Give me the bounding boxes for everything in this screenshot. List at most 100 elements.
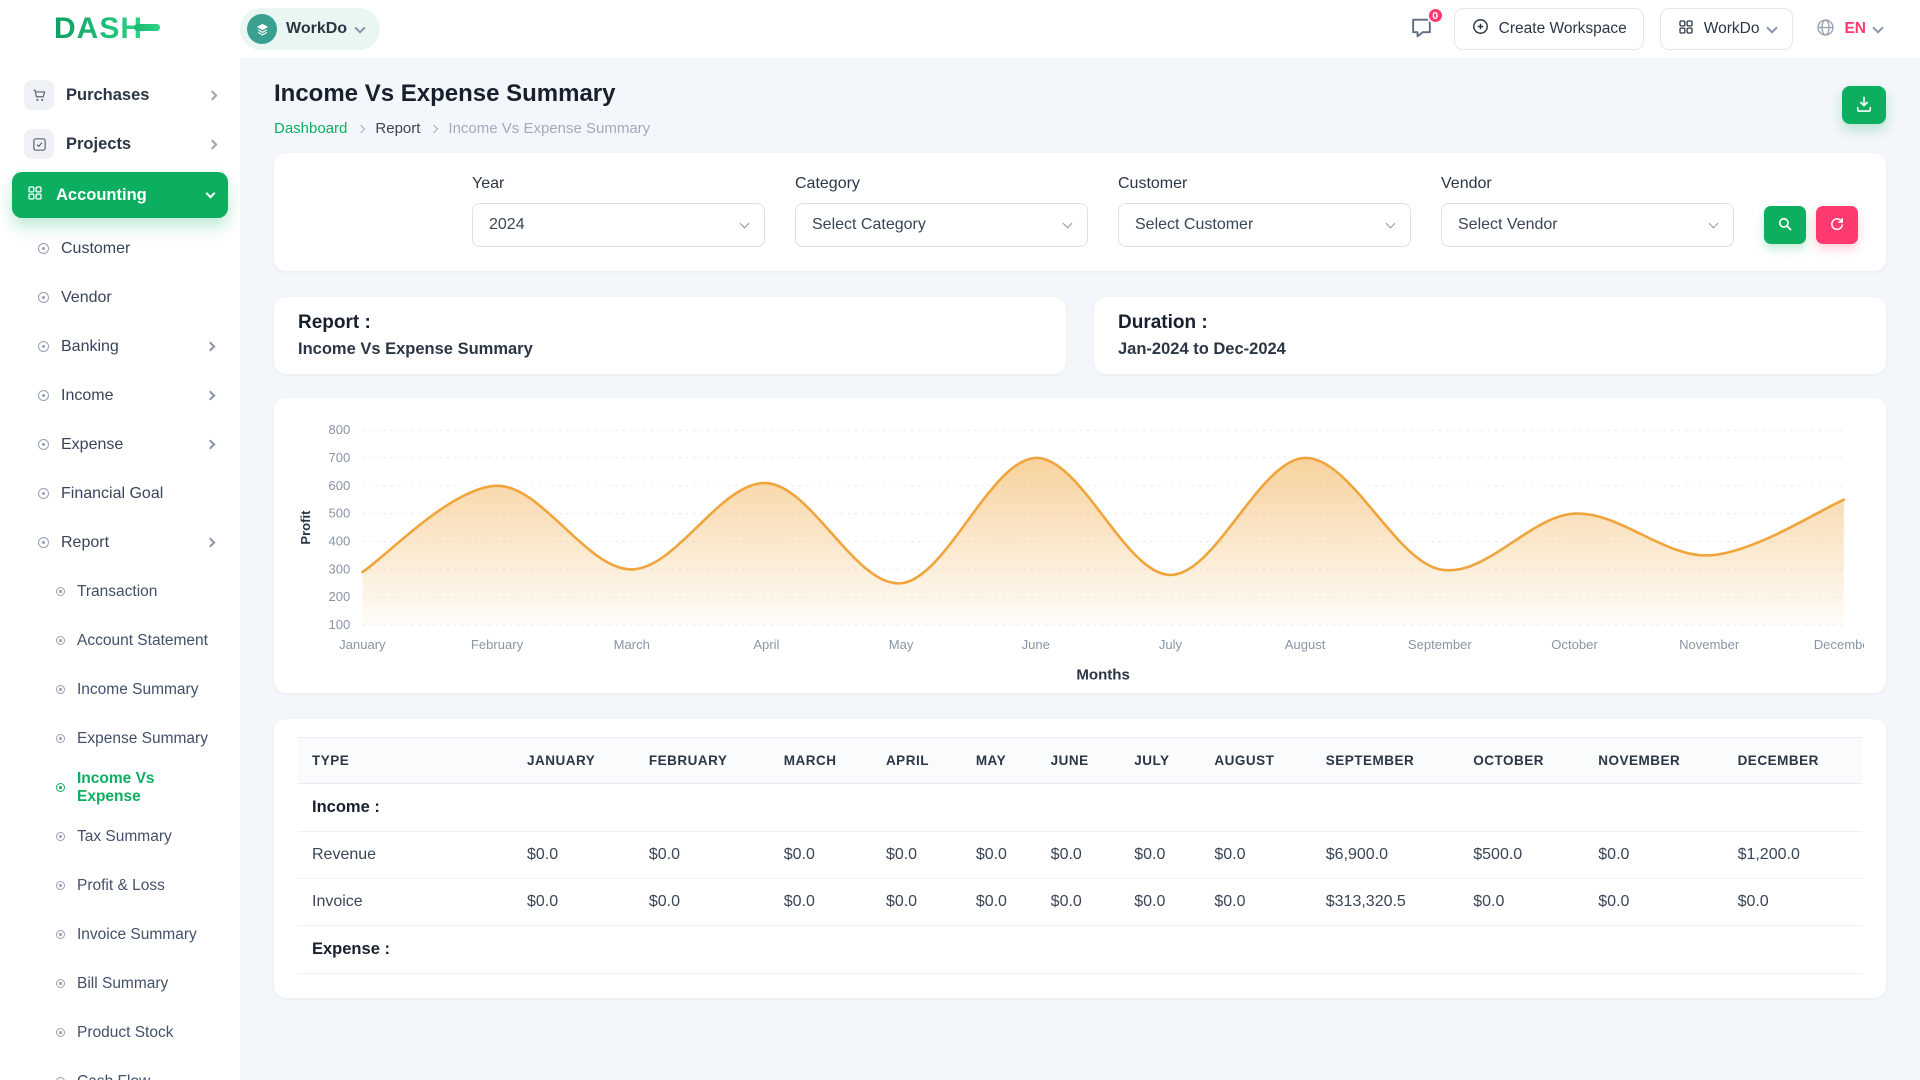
download-button[interactable] [1842, 86, 1886, 124]
svg-text:Profit: Profit [298, 510, 313, 545]
chart-card: 100200300400500600700800JanuaryFebruaryM… [274, 398, 1886, 693]
sidebar-item-accounting[interactable]: Accounting [12, 172, 228, 218]
sidebar-item-vendor[interactable]: Vendor [12, 275, 228, 320]
sidebar-item-purchases[interactable]: Purchases [12, 72, 228, 118]
svg-text:700: 700 [329, 450, 351, 465]
year-select[interactable]: 2024 [472, 203, 765, 247]
workdo-menu-button[interactable]: WorkDo [1660, 8, 1794, 50]
grid-icon [1677, 18, 1695, 41]
bullet-icon [56, 685, 65, 694]
sidebar-item-customer[interactable]: Customer [12, 226, 228, 271]
table-cell: $0.0 [1200, 879, 1311, 926]
sidebar-item-label: Customer [61, 240, 130, 258]
sidebar-item-cash-flow[interactable]: Cash Flow [12, 1059, 228, 1080]
reset-filter-button[interactable] [1816, 206, 1858, 244]
sidebar-item-label: Accounting [56, 186, 147, 205]
category-select[interactable]: Select Category [795, 203, 1088, 247]
sidebar-item-expense[interactable]: Expense [12, 422, 228, 467]
duration-info-card: Duration : Jan-2024 to Dec-2024 [1094, 297, 1886, 374]
table-header-row: TYPEJANUARYFEBRUARYMARCHAPRILMAYJUNEJULY… [298, 738, 1862, 784]
customer-select[interactable]: Select Customer [1118, 203, 1411, 247]
svg-text:October: October [1551, 637, 1598, 652]
chevron-down-icon [1063, 219, 1073, 229]
sidebar-item-product-stock[interactable]: Product Stock [12, 1010, 228, 1055]
chevron-down-icon [206, 189, 216, 199]
summary-table-card: TYPEJANUARYFEBRUARYMARCHAPRILMAYJUNEJULY… [274, 719, 1886, 998]
workspace-switcher[interactable]: WorkDo [240, 8, 380, 50]
sidebar-item-income-vs-expense[interactable]: Income Vs Expense [12, 765, 228, 810]
column-header-january: JANUARY [513, 738, 635, 784]
sidebar-item-label: Financial Goal [61, 485, 163, 503]
bullet-icon [56, 587, 65, 596]
breadcrumb-report[interactable]: Report [375, 120, 420, 137]
chevron-down-icon [1709, 219, 1719, 229]
column-header-october: OCTOBER [1459, 738, 1584, 784]
vendor-field: Vendor Select Vendor [1441, 175, 1734, 247]
sidebar-item-expense-summary[interactable]: Expense Summary [12, 716, 228, 761]
svg-text:February: February [471, 637, 524, 652]
sidebar-item-tax-summary[interactable]: Tax Summary [12, 814, 228, 859]
sidebar-item-transaction[interactable]: Transaction [12, 569, 228, 614]
table-row: Revenue$0.0$0.0$0.0$0.0$0.0$0.0$0.0$0.0$… [298, 832, 1862, 879]
chevron-right-icon [206, 342, 216, 352]
svg-text:600: 600 [329, 478, 351, 493]
sidebar-item-banking[interactable]: Banking [12, 324, 228, 369]
sidebar-item-income[interactable]: Income [12, 373, 228, 418]
chevron-down-icon [354, 22, 365, 33]
sidebar-item-label: Expense [61, 436, 123, 454]
svg-text:100: 100 [329, 617, 351, 632]
column-header-february: FEBRUARY [635, 738, 770, 784]
sidebar-item-financial-goal[interactable]: Financial Goal [12, 471, 228, 516]
sidebar-item-profit-loss[interactable]: Profit & Loss [12, 863, 228, 908]
sidebar-item-label: Income Summary [77, 681, 198, 699]
vendor-select[interactable]: Select Vendor [1441, 203, 1734, 247]
language-label: EN [1844, 20, 1866, 38]
year-field: Year 2024 [472, 175, 765, 247]
report-info-title: Report : [298, 312, 1042, 334]
language-selector[interactable]: EN [1809, 16, 1888, 42]
svg-text:July: July [1159, 637, 1183, 652]
sidebar-item-report[interactable]: Report [12, 520, 228, 565]
sidebar-item-label: Income [61, 387, 113, 405]
table-cell: $0.0 [1037, 832, 1121, 879]
sidebar-item-invoice-summary[interactable]: Invoice Summary [12, 912, 228, 957]
bullet-icon [38, 243, 49, 254]
sidebar-item-bill-summary[interactable]: Bill Summary [12, 961, 228, 1006]
create-workspace-button[interactable]: Create Workspace [1454, 8, 1644, 50]
table-cell: $0.0 [962, 879, 1037, 926]
bullet-icon [56, 930, 65, 939]
messages-button[interactable]: 0 [1405, 11, 1438, 47]
table-cell: $500.0 [1459, 832, 1584, 879]
column-header-july: JULY [1120, 738, 1200, 784]
category-label: Category [795, 175, 1088, 193]
brand-logo[interactable]: DASH [54, 12, 143, 46]
table-cell: $0.0 [1459, 879, 1584, 926]
sidebar-item-label: Bill Summary [77, 975, 168, 993]
customer-field: Customer Select Customer [1118, 175, 1411, 247]
sidebar-item-income-summary[interactable]: Income Summary [12, 667, 228, 712]
reset-icon [1828, 215, 1846, 236]
sidebar-item-account-statement[interactable]: Account Statement [12, 618, 228, 663]
chevron-right-icon [357, 124, 365, 132]
apply-filter-button[interactable] [1764, 206, 1806, 244]
table-body: Income :Revenue$0.0$0.0$0.0$0.0$0.0$0.0$… [298, 784, 1862, 974]
duration-info-value: Jan-2024 to Dec-2024 [1118, 340, 1862, 359]
table-cell: $0.0 [1200, 832, 1311, 879]
table-cell: $0.0 [635, 879, 770, 926]
sidebar-item-label: Vendor [61, 289, 112, 307]
svg-text:300: 300 [329, 561, 351, 576]
category-field: Category Select Category [795, 175, 1088, 247]
workspace-layers-icon [247, 14, 277, 44]
sidebar: Purchases Projects Accounting Customer Ve… [0, 58, 240, 1080]
app-root: DASH WorkDo 0 Create Workspace [0, 0, 1920, 1080]
report-info-card: Report : Income Vs Expense Summary [274, 297, 1066, 374]
svg-text:800: 800 [329, 422, 351, 437]
breadcrumb-dashboard[interactable]: Dashboard [274, 120, 347, 137]
table-cell: $0.0 [1584, 879, 1723, 926]
sidebar-item-projects[interactable]: Projects [12, 121, 228, 167]
column-header-may: MAY [962, 738, 1037, 784]
globe-icon [1815, 17, 1836, 41]
accounting-submenu: Customer Vendor Banking Income Expense Financ… [0, 226, 240, 565]
year-label: Year [472, 175, 765, 193]
table-cell: $0.0 [1120, 879, 1200, 926]
